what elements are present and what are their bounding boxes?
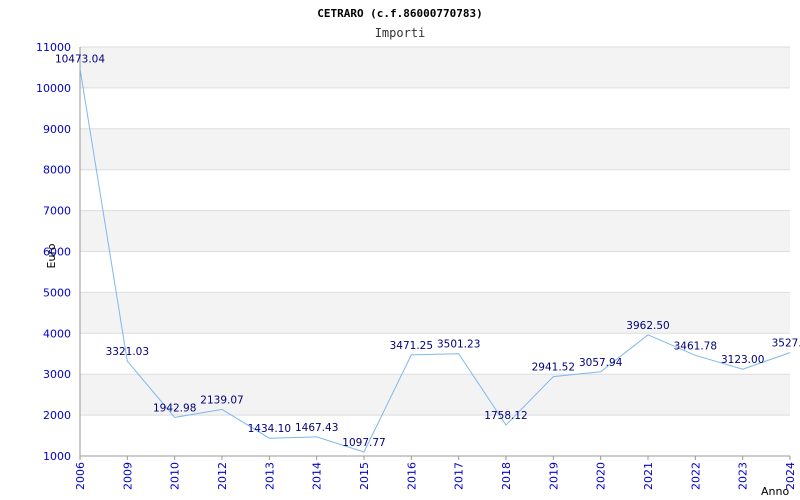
y-tick-label: 4000 [43, 327, 71, 340]
plot-band [80, 292, 790, 334]
x-tick-label: 2017 [453, 462, 466, 490]
x-tick-label: 2006 [74, 462, 87, 490]
data-label: 1467.43 [295, 422, 338, 434]
plot-band [80, 251, 790, 293]
plot-band [80, 210, 790, 252]
y-tick-label: 3000 [43, 368, 71, 381]
x-tick-label: 2014 [311, 462, 324, 490]
chart-title: CETRARO (c.f.86000770783) [317, 7, 483, 20]
data-label: 1097.77 [342, 437, 385, 449]
data-label: 3123.00 [721, 354, 764, 366]
y-axis-label: Euro [45, 243, 58, 268]
y-tick-label: 7000 [43, 205, 71, 218]
x-tick-label: 2018 [500, 462, 513, 490]
x-axis-label: Anno [761, 485, 789, 498]
x-tick-label: 2009 [121, 462, 134, 490]
data-label: 3321.03 [106, 346, 149, 358]
y-tick-label: 9000 [43, 123, 71, 136]
data-label: 3471.25 [390, 340, 433, 352]
y-tick-label: 1000 [43, 450, 71, 463]
x-tick-label: 2019 [547, 462, 560, 490]
y-tick-label: 5000 [43, 286, 71, 299]
data-label: 3501.23 [437, 339, 480, 351]
plot-band [80, 169, 790, 211]
x-tick-label: 2010 [169, 462, 182, 490]
plot-band [80, 87, 790, 129]
plot-band [80, 47, 790, 88]
y-tick-label: 2000 [43, 409, 71, 422]
x-tick-label: 2015 [358, 462, 371, 490]
data-label: 2139.07 [200, 394, 243, 406]
y-tick-label: 10000 [36, 82, 71, 95]
y-tick-label: 11000 [36, 41, 71, 54]
x-tick-label: 2016 [405, 462, 418, 490]
line-chart: CETRARO (c.f.86000770783) Importi 100020… [36, 7, 800, 498]
data-label: 3527.8 [772, 338, 800, 350]
data-label: 3461.78 [674, 340, 717, 352]
y-tick-label: 8000 [43, 164, 71, 177]
x-axis-ticks: 2006 2009 2010 2012 2013 2014 2015 2016 2017 2018… [74, 456, 797, 490]
data-label: 3962.50 [626, 320, 669, 332]
x-tick-label: 2023 [737, 462, 750, 490]
data-label: 3057.94 [579, 357, 623, 369]
x-tick-label: 2022 [689, 462, 702, 490]
data-label: 1942.98 [153, 402, 196, 414]
data-label: 1434.10 [248, 423, 291, 435]
x-tick-label: 2020 [595, 462, 608, 490]
chart-subtitle: Importi [375, 26, 426, 40]
x-tick-label: 2021 [642, 462, 655, 490]
x-tick-label: 2013 [263, 462, 276, 490]
x-tick-label: 2012 [216, 462, 229, 490]
data-label: 10473.04 [55, 54, 105, 66]
data-label: 2941.52 [532, 362, 575, 374]
plot-band [80, 128, 790, 170]
data-label: 1758.12 [484, 410, 527, 422]
plot-band [80, 415, 790, 456]
